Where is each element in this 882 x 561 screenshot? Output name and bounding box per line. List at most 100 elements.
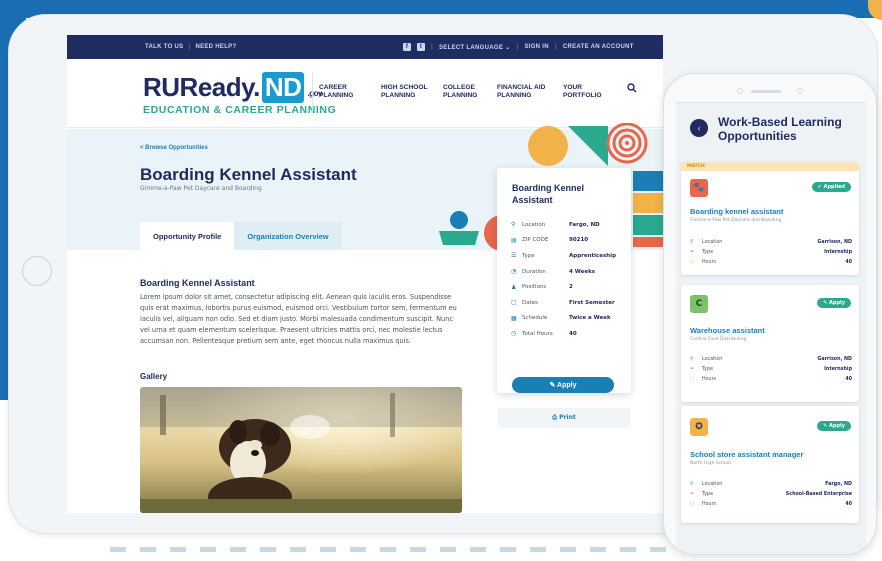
nav-label-line1: HIGH SCHOOL bbox=[381, 84, 428, 91]
location-pin-icon: ⚲ bbox=[690, 356, 694, 362]
gallery-image-dog[interactable] bbox=[140, 387, 462, 513]
job-detail-label: Location bbox=[702, 356, 723, 362]
job-details: ⚲ Location Garrison, ND ⚭ Type Internship ○ H… bbox=[690, 237, 852, 267]
detail-row-dates: ▢ Dates First Semester bbox=[511, 295, 623, 311]
location-pin-icon: ⚲ bbox=[690, 239, 694, 245]
logo-nd: ND bbox=[261, 72, 305, 103]
detail-row-positions: ♟ Positions 2 bbox=[511, 279, 623, 295]
talk-to-us-link[interactable]: TALK TO US bbox=[145, 44, 183, 50]
main-nav: CAREER PLANNING HIGH SCHOOL PLANNING COLLE… bbox=[319, 84, 613, 100]
tab-opportunity-profile[interactable]: Opportunity Profile bbox=[140, 222, 235, 250]
tablet-home-button bbox=[22, 256, 52, 286]
location-pin-icon: ⚲ bbox=[511, 221, 516, 229]
back-arrow-icon[interactable]: ‹ bbox=[690, 119, 708, 137]
nav-high-school-planning[interactable]: HIGH SCHOOL PLANNING bbox=[381, 84, 431, 100]
job-title[interactable]: Boarding kennel assistant bbox=[690, 207, 783, 216]
sign-in-link[interactable]: SIGN IN bbox=[524, 44, 548, 50]
breadcrumb-browse-opportunities[interactable]: < Browse Opportunities bbox=[140, 145, 208, 151]
school-mascot-icon: ✪ bbox=[690, 418, 708, 436]
match-label: MATCH bbox=[681, 162, 859, 171]
phone-frame: ‹ Work-Based Learning Opportunities MATC… bbox=[663, 73, 877, 555]
detail-value: Fargo, ND bbox=[569, 221, 600, 228]
nav-college-planning[interactable]: COLLEGE PLANNING bbox=[443, 84, 485, 100]
logo-tagline: EDUCATION & CAREER PLANNING bbox=[143, 104, 337, 116]
apply-badge-button[interactable]: ✎ Apply bbox=[817, 298, 851, 308]
job-organization: Central Food Distributing bbox=[690, 337, 747, 342]
apply-button[interactable]: ✎ Apply bbox=[512, 377, 614, 393]
card-title: Boarding Kennel Assistant bbox=[512, 183, 585, 205]
nav-label-line2: PLANNING bbox=[443, 92, 478, 99]
job-detail-label: Type bbox=[702, 491, 714, 497]
detail-value: 90210 bbox=[569, 237, 589, 244]
job-detail-label: Hours bbox=[702, 376, 717, 382]
job-detail-value: Internship bbox=[824, 249, 852, 255]
nav-career-planning[interactable]: CAREER PLANNING bbox=[319, 84, 369, 100]
job-title[interactable]: Warehouse assistant bbox=[690, 326, 765, 335]
timer-icon: ◔ bbox=[511, 268, 517, 276]
detail-label: Dates bbox=[522, 299, 539, 306]
detail-value: Apprenticeship bbox=[569, 252, 617, 259]
clock-icon: ◷ bbox=[511, 330, 517, 338]
create-account-link[interactable]: CREATE AN ACCOUNT bbox=[563, 44, 634, 50]
nav-your-portfolio[interactable]: YOUR PORTFOLIO bbox=[563, 84, 613, 100]
facebook-icon[interactable]: f bbox=[403, 43, 411, 51]
job-title[interactable]: School store assistant manager bbox=[690, 450, 803, 459]
dog-photo bbox=[140, 387, 462, 513]
job-details: ⚲ Location Fargo, ND ⚭ Type School-Based Ent… bbox=[690, 479, 852, 509]
detail-label: Location bbox=[522, 221, 546, 228]
detail-label: Total Hours bbox=[522, 330, 553, 337]
detail-value: 2 bbox=[569, 284, 573, 291]
need-help-link[interactable]: NEED HELP? bbox=[195, 44, 236, 50]
tab-organization-overview[interactable]: Organization Overview bbox=[234, 222, 342, 250]
twitter-icon[interactable]: t bbox=[417, 43, 425, 51]
job-detail-value: Garrison, ND bbox=[817, 356, 852, 362]
schedule-icon: ▦ bbox=[511, 314, 517, 322]
profile-tabs: Opportunity Profile Organization Overvie… bbox=[140, 222, 342, 250]
detail-row-schedule: ▦ Schedule Twice a Week bbox=[511, 311, 623, 327]
clock-icon: ○ bbox=[690, 501, 695, 507]
opportunity-details-card: Boarding Kennel Assistant ⚲ Location Fargo… bbox=[497, 168, 631, 393]
job-type-row: ⚭ Type School-Based Enterprise bbox=[690, 489, 852, 499]
description-heading: Boarding Kennel Assistant bbox=[140, 278, 255, 288]
detail-label: ZIP CODE bbox=[522, 237, 549, 244]
job-detail-value: Internship bbox=[824, 366, 852, 372]
job-detail-label: Type bbox=[702, 249, 714, 255]
job-type-row: ⚭ Type Internship bbox=[690, 247, 852, 257]
nav-label-line1: FINANCIAL AID bbox=[497, 84, 546, 91]
detail-label: Positions bbox=[522, 284, 547, 291]
page-title: Boarding Kennel Assistant bbox=[140, 165, 357, 184]
apply-badge-button[interactable]: ✎ Apply bbox=[817, 421, 851, 431]
job-card[interactable]: ✪ ✎ Apply School store assistant manager… bbox=[681, 406, 859, 523]
job-detail-label: Location bbox=[702, 239, 723, 245]
job-hours-row: ○ Hours 40 bbox=[690, 374, 852, 384]
type-stack-icon: ⚭ bbox=[690, 491, 695, 497]
job-detail-label: Hours bbox=[702, 501, 717, 507]
detail-label: Schedule bbox=[522, 315, 548, 322]
detail-row-location: ⚲ Location Fargo, ND bbox=[511, 217, 623, 233]
job-detail-value: 40 bbox=[845, 501, 852, 507]
job-card[interactable]: MATCH 🐾 ✔ Applied Boarding kennel assist… bbox=[681, 162, 859, 275]
detail-value: 4 Weeks bbox=[569, 268, 596, 275]
nav-label-line2: PLANNING bbox=[319, 92, 354, 99]
utility-bar: TALK TO US | NEED HELP? f t | SELECT LAN… bbox=[67, 35, 663, 59]
description-text: Lorem ipsum dolor sit amet, consectetur … bbox=[140, 293, 457, 345]
nav-financial-aid-planning[interactable]: FINANCIAL AID PLANNING bbox=[497, 84, 551, 100]
detail-row-duration: ◔ Duration 4 Weeks bbox=[511, 264, 623, 280]
nav-divider bbox=[312, 73, 313, 113]
search-icon[interactable] bbox=[627, 83, 637, 96]
site-logo[interactable]: RUReady. ND .gov EDUCATION & CAREER PLANNI… bbox=[143, 72, 336, 116]
detail-label: Type bbox=[522, 252, 535, 259]
job-card[interactable]: C ✎ Apply Warehouse assistant Central Fo… bbox=[681, 285, 859, 402]
list-icon: ☰ bbox=[511, 252, 517, 260]
details-list: ⚲ Location Fargo, ND ▤ ZIP CODE 90210 ☰ Type A… bbox=[511, 217, 623, 342]
location-pin-icon: ⚲ bbox=[690, 481, 694, 487]
job-organization: Gimme-a-Paw Pet Daycare and Boarding bbox=[690, 218, 782, 223]
job-detail-label: Type bbox=[702, 366, 714, 372]
print-button[interactable]: ⎙ Print bbox=[497, 408, 631, 428]
select-language-dropdown[interactable]: SELECT LANGUAGE ⌄ bbox=[439, 44, 510, 51]
zip-code-icon: ▤ bbox=[511, 236, 517, 244]
job-details: ⚲ Location Garrison, ND ⚭ Type Internship ○ H… bbox=[690, 354, 852, 384]
detail-row-hours: ◷ Total Hours 40 bbox=[511, 326, 623, 342]
detail-value: 40 bbox=[569, 330, 577, 337]
job-detail-label: Location bbox=[702, 481, 723, 487]
